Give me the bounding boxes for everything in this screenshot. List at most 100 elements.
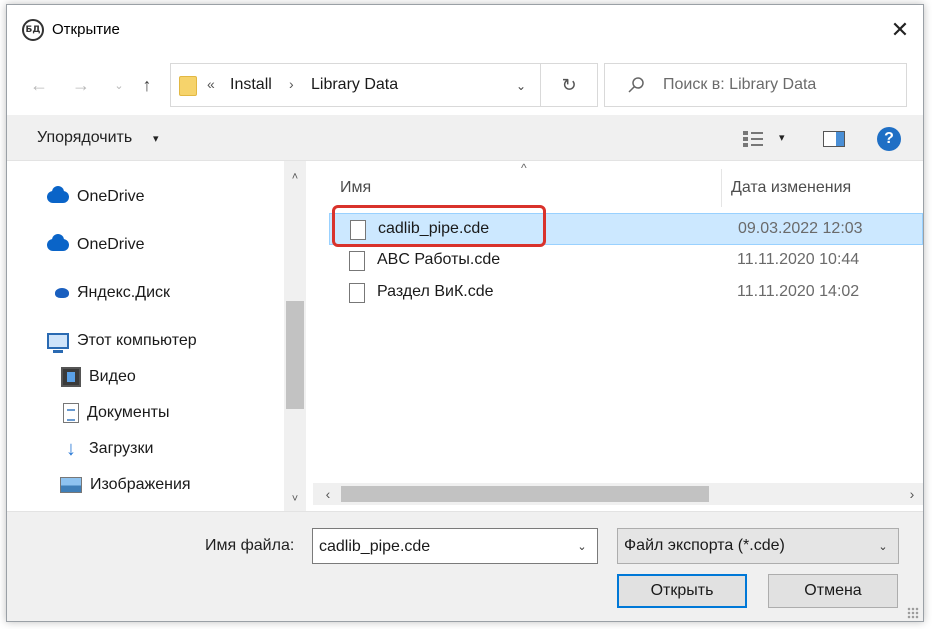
- scroll-right-button[interactable]: ›: [903, 483, 921, 505]
- scroll-up-button[interactable]: ˄: [284, 167, 306, 187]
- search-box[interactable]: [604, 63, 907, 107]
- column-header-name[interactable]: Имя: [340, 173, 371, 203]
- command-toolbar: Упорядочить ▾ ▾ ?: [7, 115, 923, 161]
- nav-item-downloads[interactable]: ↓ Загрузки: [7, 433, 283, 465]
- chevron-right-icon: ›: [909, 486, 915, 502]
- file-row[interactable]: cadlib_pipe.cde 09.03.2022 12:03: [329, 213, 923, 245]
- nav-item-label: Яндекс.Диск: [77, 284, 171, 301]
- nav-item-label: Видео: [89, 368, 136, 385]
- refresh-icon: ↻: [561, 74, 577, 95]
- help-icon[interactable]: ?: [877, 127, 901, 151]
- chevron-down-icon: ⌄: [515, 79, 527, 93]
- yandex-disk-icon: [55, 288, 69, 298]
- nav-item-label: OneDrive: [77, 188, 145, 205]
- file-name: Раздел ВиК.cde: [377, 283, 494, 300]
- file-icon: [349, 251, 365, 271]
- close-icon: ✕: [890, 17, 910, 42]
- nav-item-label: Изображения: [90, 476, 191, 493]
- close-button[interactable]: ✕: [877, 5, 923, 55]
- address-bar[interactable]: « Install › Library Data ⌄ ↻: [170, 63, 598, 107]
- app-logo-icon: БД: [22, 19, 44, 41]
- chevron-down-icon: ⌄: [577, 540, 587, 553]
- nav-item-label: OneDrive: [77, 236, 145, 253]
- arrow-right-icon: →: [72, 74, 90, 95]
- scroll-down-button[interactable]: ˅: [284, 489, 306, 509]
- sort-ascending-icon: ^: [521, 161, 527, 175]
- file-name: cadlib_pipe.cde: [378, 220, 490, 237]
- downloads-folder-icon: ↓: [66, 437, 76, 460]
- view-options-icon[interactable]: [742, 130, 768, 148]
- back-button[interactable]: ←: [27, 73, 51, 97]
- up-button[interactable]: ↑: [135, 73, 159, 97]
- scroll-left-button[interactable]: ‹: [319, 483, 337, 505]
- arrow-up-icon: ↑: [142, 74, 152, 95]
- documents-folder-icon: [63, 403, 79, 423]
- nav-item-documents[interactable]: Документы: [7, 397, 283, 429]
- organize-menu-button[interactable]: Упорядочить: [37, 129, 132, 147]
- dialog-title: Открытие: [52, 21, 120, 38]
- file-date: 11.11.2020 14:02: [737, 283, 860, 300]
- column-divider[interactable]: [721, 169, 722, 207]
- address-dropdown-button[interactable]: ⌄: [509, 74, 533, 98]
- filetype-select[interactable]: Файл экспорта (*.cde) ⌄: [617, 528, 899, 564]
- recent-locations-button[interactable]: ⌄: [111, 73, 127, 97]
- chevron-up-icon: ˄: [291, 171, 299, 183]
- arrow-left-icon: ←: [30, 74, 48, 95]
- title-bar: БД Открытие ✕: [7, 5, 923, 55]
- filename-dropdown-button[interactable]: ⌄: [573, 537, 591, 555]
- filename-input[interactable]: [319, 535, 559, 559]
- refresh-button[interactable]: ↻: [557, 73, 581, 97]
- file-date: 09.03.2022 12:03: [738, 220, 863, 237]
- navigation-bar: ← → ⌄ ↑ « Install › Library Data ⌄ ↻: [7, 55, 923, 115]
- nav-item-label: Этот компьютер: [77, 332, 197, 349]
- search-input[interactable]: [663, 72, 893, 98]
- video-folder-icon: [61, 367, 81, 387]
- dialog-footer: Имя файла: ⌄ Файл экспорта (*.cde) ⌄ Отк…: [7, 511, 923, 621]
- nav-pane-scrollbar[interactable]: ˄ ˅: [284, 161, 306, 511]
- nav-item-onedrive-1[interactable]: OneDrive: [7, 181, 283, 213]
- chevron-down-icon: ˅: [291, 493, 299, 505]
- pictures-folder-icon: [60, 477, 82, 493]
- file-icon: [349, 283, 365, 303]
- nav-item-onedrive-2[interactable]: OneDrive: [7, 229, 283, 261]
- cancel-button[interactable]: Отмена: [768, 574, 898, 608]
- chevron-down-icon: ⌄: [114, 79, 124, 92]
- onedrive-icon: [47, 186, 69, 203]
- breadcrumb-item-library-data[interactable]: Library Data: [311, 76, 398, 94]
- nav-item-this-pc[interactable]: Этот компьютер: [7, 325, 283, 357]
- caret-down-icon[interactable]: ▾: [153, 132, 159, 145]
- folder-icon: [179, 76, 197, 96]
- filetype-dropdown-button[interactable]: ⌄: [874, 537, 892, 555]
- nav-item-video[interactable]: Видео: [7, 361, 283, 393]
- breadcrumb-item-install[interactable]: Install: [230, 76, 272, 94]
- nav-item-yandex-disk[interactable]: Яндекс.Диск: [7, 277, 283, 309]
- filetype-value: Файл экспорта (*.cde): [624, 537, 785, 554]
- file-list: ^ Имя Дата изменения cadlib_pipe.cde 09.…: [313, 161, 923, 511]
- forward-button[interactable]: →: [69, 73, 93, 97]
- column-header-date-modified[interactable]: Дата изменения: [731, 173, 851, 203]
- file-row[interactable]: Раздел ВиК.cde 11.11.2020 14:02: [329, 277, 923, 309]
- nav-item-label: Загрузки: [89, 440, 154, 457]
- chevron-down-icon: ⌄: [878, 540, 888, 553]
- file-icon: [350, 220, 366, 240]
- preview-pane-icon[interactable]: [823, 131, 845, 147]
- open-button[interactable]: Открыть: [617, 574, 747, 608]
- nav-item-pictures[interactable]: Изображения: [7, 469, 283, 501]
- chevron-left-icon: ‹: [325, 486, 331, 502]
- nav-item-label: Документы: [87, 404, 170, 421]
- scroll-thumb[interactable]: [341, 486, 709, 502]
- onedrive-icon: [47, 234, 69, 251]
- search-icon: [628, 77, 644, 93]
- filename-label: Имя файла:: [205, 537, 295, 554]
- filename-combobox[interactable]: ⌄: [312, 528, 598, 564]
- view-caret-down-icon[interactable]: ▾: [779, 131, 785, 144]
- resize-grip-icon[interactable]: [907, 607, 919, 619]
- file-name: ABC Работы.cde: [377, 251, 501, 268]
- breadcrumb-overflow-icon[interactable]: «: [207, 76, 215, 92]
- file-row[interactable]: ABC Работы.cde 11.11.2020 10:44: [329, 245, 923, 277]
- address-divider: [540, 64, 541, 106]
- breadcrumb-separator-icon[interactable]: ›: [289, 76, 294, 92]
- navigation-pane: OneDrive OneDrive Яндекс.Диск Этот компь…: [7, 161, 307, 511]
- scroll-thumb[interactable]: [286, 301, 304, 409]
- file-list-horizontal-scrollbar[interactable]: ‹ ›: [313, 483, 923, 505]
